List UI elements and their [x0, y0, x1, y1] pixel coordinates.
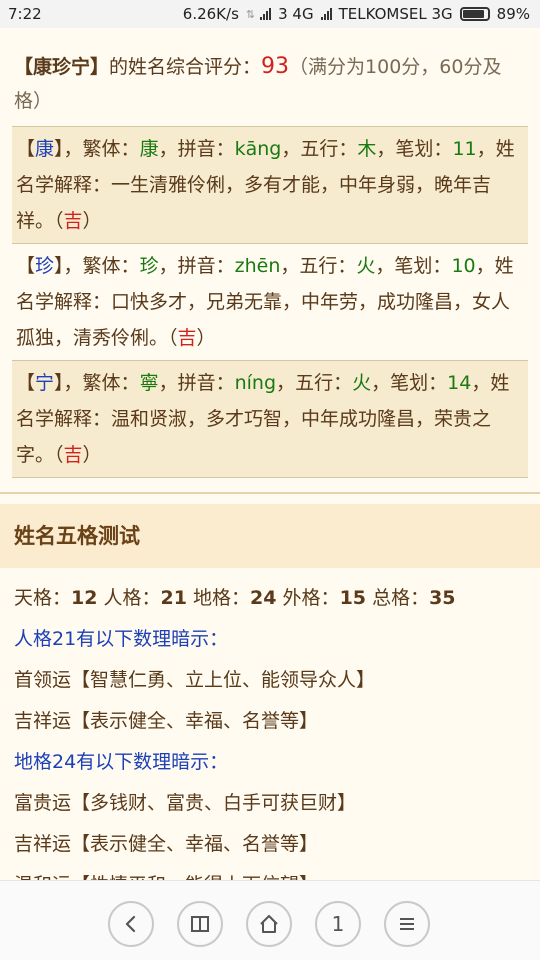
- wai-value: 15: [339, 587, 367, 609]
- character: 康: [35, 138, 55, 160]
- traditional-label: 繁体：: [82, 138, 140, 160]
- data-arrows-icon: ⇅: [245, 7, 255, 21]
- strokes-label: 笔划：: [395, 138, 453, 160]
- zong-value: 35: [429, 587, 456, 609]
- ren-hint: 人格21有以下数理暗示：: [14, 628, 229, 650]
- page-content: 【康珍宁】的姓名综合评分：93（满分为100分，60分及格） 【康】，繁体：康，…: [0, 28, 540, 880]
- traditional-value: 珍: [139, 255, 159, 277]
- character: 宁: [35, 372, 55, 394]
- home-button[interactable]: [246, 901, 292, 947]
- traditional-value: 寧: [139, 372, 159, 394]
- back-button[interactable]: [108, 901, 154, 947]
- network-speed: 6.26K/s: [182, 5, 239, 23]
- list-item: 吉祥运【表示健全、幸福、名誉等】: [14, 833, 319, 855]
- element-label: 五行：: [299, 255, 357, 277]
- wai-label: 外格：: [282, 587, 340, 609]
- pinyin-value: zhēn: [234, 255, 281, 277]
- strokes-value: 10: [451, 255, 476, 277]
- tab-count: 1: [331, 912, 345, 936]
- wuge-grid-values: 天格：12 人格：21 地格：24 外格：15 总格：35: [14, 578, 526, 619]
- bookmarks-button[interactable]: [177, 901, 223, 947]
- status-indicators: 6.26K/s ⇅ 3 4G TELKOMSEL 3G 89%: [183, 5, 530, 23]
- wuge-section: 天格：12 人格：21 地格：24 外格：15 总格：35 人格21有以下数理暗…: [0, 568, 540, 880]
- di-label: 地格：: [193, 587, 251, 609]
- ren-label: 人格：: [103, 587, 161, 609]
- element-value: 木: [357, 138, 377, 160]
- character: 珍: [35, 255, 55, 277]
- list-item: 吉祥运【表示健全、幸福、名誉等】: [14, 710, 319, 732]
- traditional-value: 康: [139, 138, 159, 160]
- traditional-label: 繁体：: [82, 255, 140, 277]
- luck-value: 吉: [63, 210, 83, 232]
- character-item: 【康】，繁体：康，拼音：kāng，五行：木，笔划：11，姓名学解释：一生清雅伶俐…: [12, 126, 528, 243]
- browser-bottom-nav: 1: [0, 880, 540, 960]
- pinyin-label: 拼音：: [177, 255, 235, 277]
- character-list: 【康】，繁体：康，拼音：kāng，五行：木，笔划：11，姓名学解释：一生清雅伶俐…: [12, 126, 528, 478]
- element-value: 火: [356, 255, 376, 277]
- luck-value: 吉: [177, 327, 197, 349]
- full-name: 【康珍宁】: [14, 56, 110, 78]
- network-type: 3 4G: [278, 5, 314, 23]
- section-title: 姓名五格测试: [0, 504, 540, 568]
- luck-value: 吉: [63, 444, 83, 466]
- name-score: 【康珍宁】的姓名综合评分：93（满分为100分，60分及格）: [0, 28, 540, 118]
- book-icon: [191, 916, 209, 932]
- zong-label: 总格：: [372, 587, 430, 609]
- carrier-name: TELKOMSEL 3G: [338, 5, 453, 23]
- status-time: 7:22: [8, 5, 42, 23]
- pinyin-value: kāng: [234, 138, 282, 160]
- di-hint: 地格24有以下数理暗示：: [14, 751, 229, 773]
- signal-icon-2: [320, 8, 332, 20]
- menu-icon: [400, 918, 414, 930]
- pinyin-value: níng: [234, 372, 277, 394]
- element-label: 五行：: [295, 372, 353, 394]
- signal-icon: [260, 8, 272, 20]
- strokes-label: 笔划：: [394, 255, 452, 277]
- pinyin-label: 拼音：: [177, 372, 235, 394]
- battery-percent: 89%: [496, 5, 530, 23]
- strokes-label: 笔划：: [390, 372, 448, 394]
- element-value: 火: [352, 372, 372, 394]
- list-item: 富贵运【多钱财、富贵、白手可获巨财】: [14, 792, 357, 814]
- element-label: 五行：: [300, 138, 358, 160]
- tian-value: 12: [71, 587, 98, 609]
- character-item: 【宁】，繁体：寧，拼音：níng，五行：火，笔划：14，姓名学解释：温和贤淑，多…: [12, 360, 528, 478]
- score-value: 93: [261, 54, 290, 79]
- score-label: 的姓名综合评分：: [109, 56, 262, 78]
- status-bar: 7:22 6.26K/s ⇅ 3 4G TELKOMSEL 3G 89%: [0, 0, 540, 28]
- list-item: 温和运【性情平和、能得上下信望】: [14, 865, 526, 880]
- tabs-button[interactable]: 1: [315, 901, 361, 947]
- list-item: 首领运【智慧仁勇、立上位、能领导众人】: [14, 669, 376, 691]
- section-divider: [0, 492, 540, 494]
- strokes-value: 11: [452, 138, 477, 160]
- tian-label: 天格：: [14, 587, 72, 609]
- chevron-left-icon: [125, 915, 136, 933]
- character-item: 【珍】，繁体：珍，拼音：zhēn，五行：火，笔划：10，姓名学解释：口快多才，兄…: [12, 243, 528, 360]
- menu-button[interactable]: [384, 901, 430, 947]
- strokes-value: 14: [447, 372, 472, 394]
- pinyin-label: 拼音：: [177, 138, 235, 160]
- traditional-label: 繁体：: [82, 372, 140, 394]
- ren-value: 21: [160, 587, 187, 609]
- battery-icon: [459, 7, 490, 21]
- home-icon: [260, 915, 278, 933]
- di-value: 24: [250, 587, 277, 609]
